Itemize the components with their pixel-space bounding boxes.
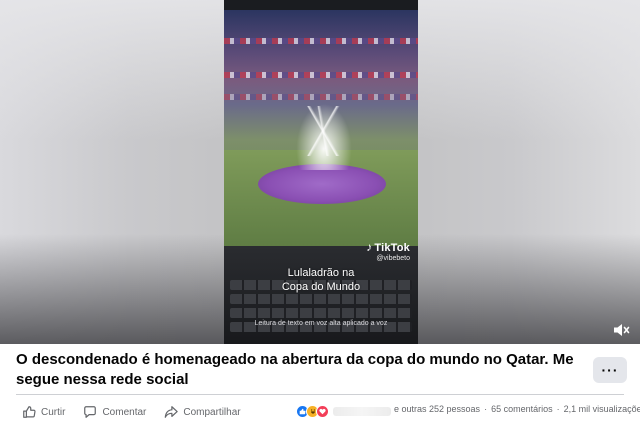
reaction-summary[interactable] <box>296 404 391 418</box>
tiktok-brand: TikTok <box>374 242 410 254</box>
like-button[interactable]: Curtir <box>22 405 65 419</box>
separator: · <box>556 404 560 414</box>
share-label: Compartilhar <box>183 406 241 418</box>
divider <box>16 394 624 395</box>
voice-note: Leitura de texto em voz alta aplicado a … <box>254 320 388 327</box>
share-button[interactable]: Compartilhar <box>164 405 241 419</box>
like-label: Curtir <box>41 406 66 418</box>
share-arrow-icon <box>165 406 179 418</box>
comments-count[interactable]: 65 comentários <box>491 404 553 414</box>
thumbs-up-icon <box>23 406 36 418</box>
speech-bubble-icon <box>84 406 97 418</box>
caption-line-1: Lulaladrão na <box>287 267 355 279</box>
post-stats: e outras 252 pessoas · 65 comentários · … <box>394 404 640 414</box>
caption-line-2: Copa do Mundo <box>281 281 361 293</box>
separator: · <box>484 404 488 414</box>
reactions-count[interactable]: e outras 252 pessoas <box>394 404 480 414</box>
ceremony-stage <box>258 164 386 204</box>
views-count: 2,1 mil visualizações <box>563 404 640 414</box>
crowd-band <box>224 72 418 78</box>
more-options-button[interactable]: ··· <box>593 357 627 383</box>
tiktok-watermark: ♪ TikTok @vibebeto <box>366 240 410 262</box>
post-actions: Curtir Comentar Compartilhar <box>22 402 259 422</box>
video-caption: Lulaladrão na Copa do Mundo <box>224 266 418 294</box>
key-row <box>230 294 412 304</box>
love-reaction-icon <box>316 404 329 418</box>
blurred-reactor-name <box>333 406 391 416</box>
tiktok-username: @vibebeto <box>376 255 410 262</box>
speaker-muted-icon[interactable] <box>612 322 632 338</box>
comment-label: Comentar <box>102 406 147 418</box>
fireworks-smoke <box>294 100 354 170</box>
stadium-scene <box>224 10 418 246</box>
video-player[interactable]: ♪ TikTok @vibebeto Lulaladrão na Copa do … <box>0 0 640 344</box>
comment-button[interactable]: Comentar <box>83 405 146 419</box>
post-title: O descondenado é homenageado na abertura… <box>16 351 574 388</box>
key-row <box>230 308 412 318</box>
crowd-band <box>224 38 418 44</box>
music-note-icon: ♪ <box>366 240 373 254</box>
